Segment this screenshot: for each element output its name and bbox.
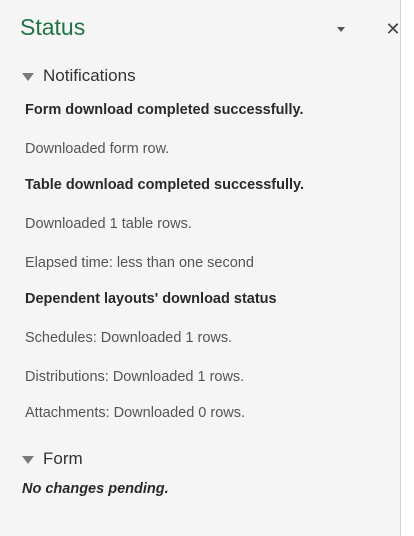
notification-line: Attachments: Downloaded 0 rows. (25, 405, 246, 421)
notification-line: Schedules: Downloaded 1 rows. (25, 330, 233, 346)
form-status-message: No changes pending. (22, 481, 169, 497)
notification-line: Table download completed successfully. (25, 177, 305, 193)
notification-line: Downloaded form row. (25, 141, 170, 157)
form-section-toggle[interactable]: Form (22, 449, 83, 469)
notification-line: Downloaded 1 table rows. (25, 216, 192, 232)
status-pane: Status ✕ Notifications Form download com… (0, 0, 401, 536)
pane-options-button[interactable] (330, 18, 352, 40)
chevron-down-icon (337, 26, 345, 32)
close-icon: ✕ (385, 19, 401, 39)
notification-line: Dependent layouts' download status (25, 291, 277, 307)
notification-line: Elapsed time: less than one second (25, 255, 254, 271)
notifications-section-toggle[interactable]: Notifications (22, 66, 136, 86)
notification-line: Form download completed successfully. (25, 102, 304, 118)
pane-title: Status (20, 14, 86, 40)
triangle-down-icon (22, 455, 34, 464)
close-pane-button[interactable]: ✕ (382, 18, 404, 40)
form-header: Form (43, 449, 83, 468)
pane-header: Status ✕ (0, 0, 401, 50)
notifications-header: Notifications (43, 66, 136, 85)
notification-line: Distributions: Downloaded 1 rows. (25, 369, 245, 385)
triangle-down-icon (22, 72, 34, 81)
